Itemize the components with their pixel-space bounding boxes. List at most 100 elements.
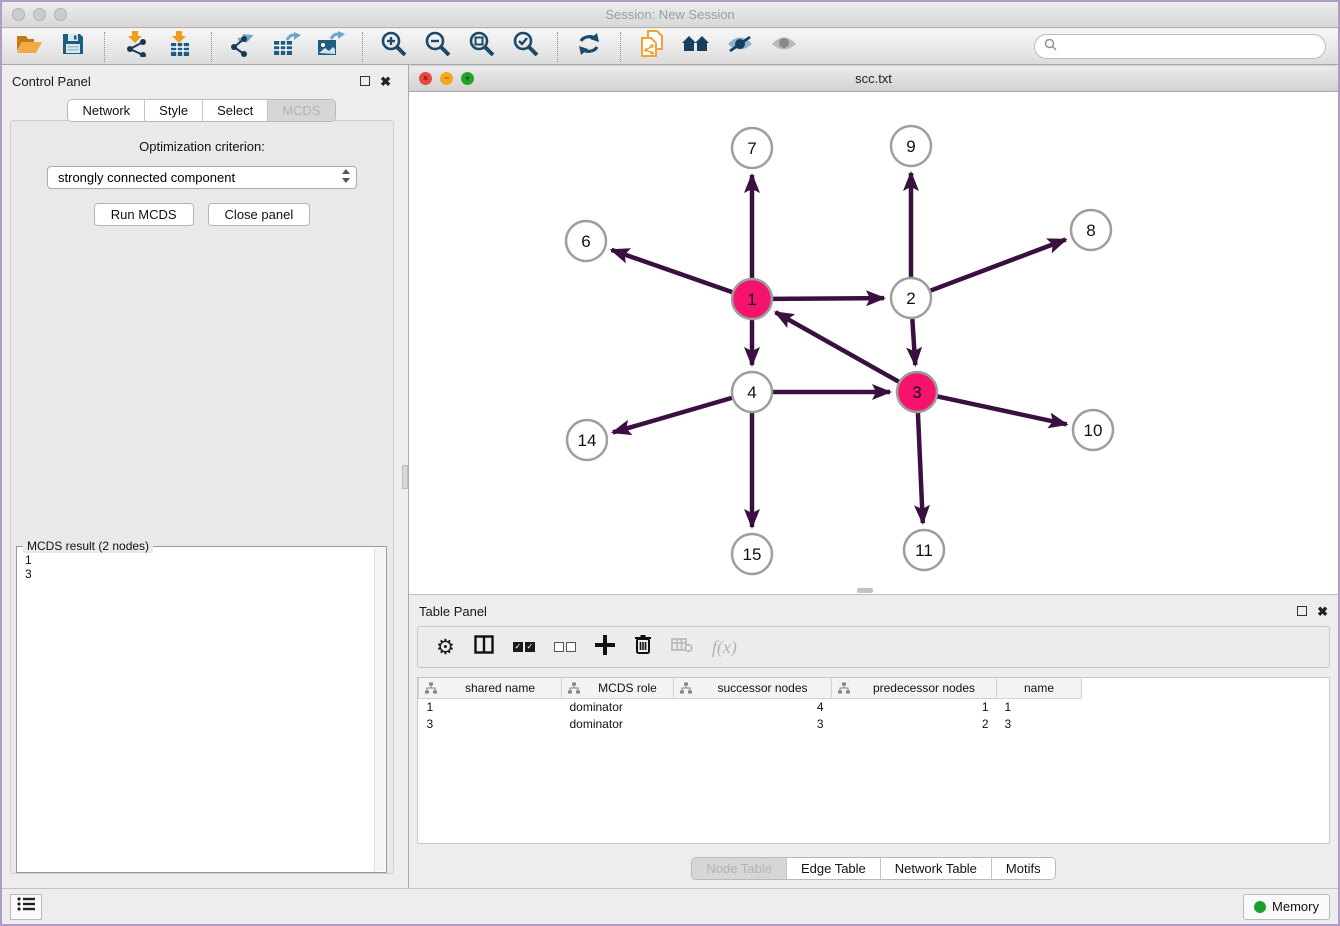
import-network-button[interactable] xyxy=(121,33,151,61)
table-row: 1 dominator 4 1 1 xyxy=(419,698,1082,715)
float-panel-icon[interactable] xyxy=(1297,606,1307,616)
table-settings-button[interactable]: ⚙ xyxy=(436,637,455,658)
search-field[interactable] xyxy=(1034,34,1326,59)
graph-node-label-2: 2 xyxy=(906,289,915,308)
table-header-row: shared name MCDS role successor nodes pr… xyxy=(419,678,1082,698)
zoom-in-button[interactable] xyxy=(379,33,409,61)
open-session-button[interactable] xyxy=(14,33,44,61)
column-header-mcds-role[interactable]: MCDS role xyxy=(562,678,674,698)
refresh-button[interactable] xyxy=(574,33,604,61)
network-from-selection-button[interactable] xyxy=(637,33,667,61)
graph-edge-3-1[interactable] xyxy=(776,312,899,381)
column-header-successor-nodes[interactable]: successor nodes xyxy=(674,678,832,698)
show-all-button[interactable] xyxy=(769,33,799,61)
checked-box-icon: ✓ xyxy=(525,642,535,652)
delete-table-button[interactable] xyxy=(671,637,693,658)
split-divider[interactable] xyxy=(401,65,409,888)
graph-edge-4-14[interactable] xyxy=(613,398,732,433)
cell[interactable]: dominator xyxy=(562,698,674,715)
column-type-icon xyxy=(425,682,437,697)
network-window-title: scc.txt xyxy=(409,71,1338,86)
tab-edge-table[interactable]: Edge Table xyxy=(787,858,881,879)
home-button[interactable] xyxy=(681,33,711,61)
toolbar-separator xyxy=(362,32,363,62)
delete-column-button[interactable] xyxy=(634,634,652,660)
close-panel-icon[interactable]: ✖ xyxy=(380,75,391,88)
graph-edge-3-10[interactable] xyxy=(938,396,1067,424)
zoom-out-button[interactable] xyxy=(423,33,453,61)
close-panel-icon[interactable]: ✖ xyxy=(1317,605,1328,618)
graph-node-label-8: 8 xyxy=(1086,221,1095,240)
zoom-selected-button[interactable] xyxy=(511,33,541,61)
unchecked-box-icon xyxy=(566,642,576,652)
tab-network-table[interactable]: Network Table xyxy=(881,858,992,879)
graph-edge-2-3[interactable] xyxy=(912,319,915,365)
export-network-button[interactable] xyxy=(228,33,258,61)
search-input[interactable] xyxy=(1062,40,1316,54)
checked-box-icon: ✓ xyxy=(513,642,523,652)
cell[interactable]: 3 xyxy=(419,715,562,732)
show-columns-button[interactable] xyxy=(474,635,494,659)
divider-grip[interactable] xyxy=(402,465,408,489)
graph-edge-1-6[interactable] xyxy=(611,250,732,292)
cell[interactable]: 4 xyxy=(674,698,832,715)
float-panel-icon[interactable] xyxy=(360,76,370,86)
plus-icon xyxy=(595,635,615,660)
select-all-button[interactable]: ✓✓ xyxy=(513,642,535,652)
optimization-criterion-label: Optimization criterion: xyxy=(11,139,393,154)
cell[interactable]: 3 xyxy=(674,715,832,732)
column-header-predecessor-nodes[interactable]: predecessor nodes xyxy=(832,678,997,698)
export-table-button[interactable] xyxy=(272,33,302,61)
graph-node-label-10: 10 xyxy=(1084,421,1103,440)
network-graph[interactable]: 7968124314101511 xyxy=(409,92,1338,594)
zoom-in-icon xyxy=(381,31,407,62)
graph-edge-2-8[interactable] xyxy=(931,240,1066,291)
function-builder-button[interactable]: f(x) xyxy=(712,637,737,658)
memory-button[interactable]: Memory xyxy=(1243,894,1330,920)
cell[interactable]: 2 xyxy=(832,715,997,732)
search-icon xyxy=(1044,38,1057,56)
columns-icon xyxy=(474,635,494,659)
tab-style[interactable]: Style xyxy=(145,100,203,121)
toolbar-separator xyxy=(211,32,212,62)
optimization-criterion-select[interactable]: strongly connected component xyxy=(47,166,357,189)
import-table-icon xyxy=(169,31,191,62)
network-maximize-button[interactable]: + xyxy=(461,72,474,85)
cell[interactable]: 1 xyxy=(997,698,1082,715)
result-scrollbar[interactable] xyxy=(374,548,385,871)
import-table-button[interactable] xyxy=(165,33,195,61)
graph-edge-3-11[interactable] xyxy=(918,413,923,523)
canvas-scroll-handle[interactable] xyxy=(857,588,873,593)
tab-node-table[interactable]: Node Table xyxy=(692,858,787,879)
import-network-icon xyxy=(124,31,148,62)
select-stepper-icon xyxy=(340,168,352,187)
column-header-name[interactable]: name xyxy=(997,678,1082,698)
cell[interactable]: 3 xyxy=(997,715,1082,732)
deselect-all-button[interactable] xyxy=(554,642,576,652)
task-history-button[interactable] xyxy=(10,894,42,920)
cell[interactable]: 1 xyxy=(832,698,997,715)
graph-edge-1-2[interactable] xyxy=(773,298,884,299)
close-panel-button[interactable]: Close panel xyxy=(208,203,311,226)
save-session-button[interactable] xyxy=(58,33,88,61)
network-minimize-button[interactable]: − xyxy=(440,72,453,85)
network-close-button[interactable]: × xyxy=(419,72,432,85)
cell[interactable]: 1 xyxy=(419,698,562,715)
tab-select[interactable]: Select xyxy=(203,100,268,121)
graph-node-label-14: 14 xyxy=(578,431,597,450)
cell[interactable]: dominator xyxy=(562,715,674,732)
tab-motifs[interactable]: Motifs xyxy=(992,858,1055,879)
run-mcds-button[interactable]: Run MCDS xyxy=(94,203,194,226)
control-panel: Control Panel ✖ Network Style Select MCD… xyxy=(2,65,401,888)
zoom-out-icon xyxy=(425,31,451,62)
zoom-fit-button[interactable] xyxy=(467,33,497,61)
network-canvas[interactable]: 7968124314101511 xyxy=(409,92,1338,594)
mcds-result-text[interactable]: 1 3 xyxy=(17,549,374,872)
tab-mcds[interactable]: MCDS xyxy=(268,100,334,121)
tab-network[interactable]: Network xyxy=(68,100,145,121)
add-column-button[interactable] xyxy=(595,635,615,660)
column-header-shared-name[interactable]: shared name xyxy=(419,678,562,698)
graph-node-label-7: 7 xyxy=(747,139,756,158)
export-image-button[interactable] xyxy=(316,33,346,61)
hide-selected-button[interactable] xyxy=(725,33,755,61)
